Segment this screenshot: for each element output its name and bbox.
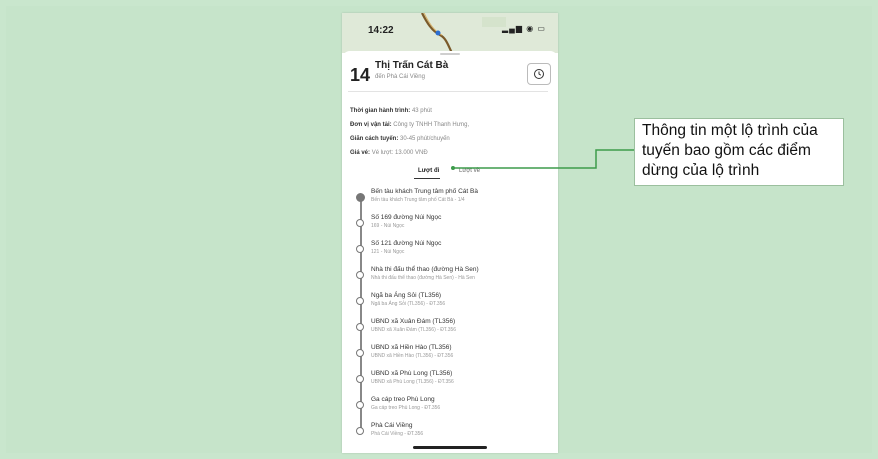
annotation-callout: Thông tin một lộ trình của tuyến bao gồm… [634, 118, 844, 186]
callout-text: Thông tin một lộ trình của tuyến bao gồm… [642, 122, 818, 179]
callout-connector [451, 149, 634, 170]
